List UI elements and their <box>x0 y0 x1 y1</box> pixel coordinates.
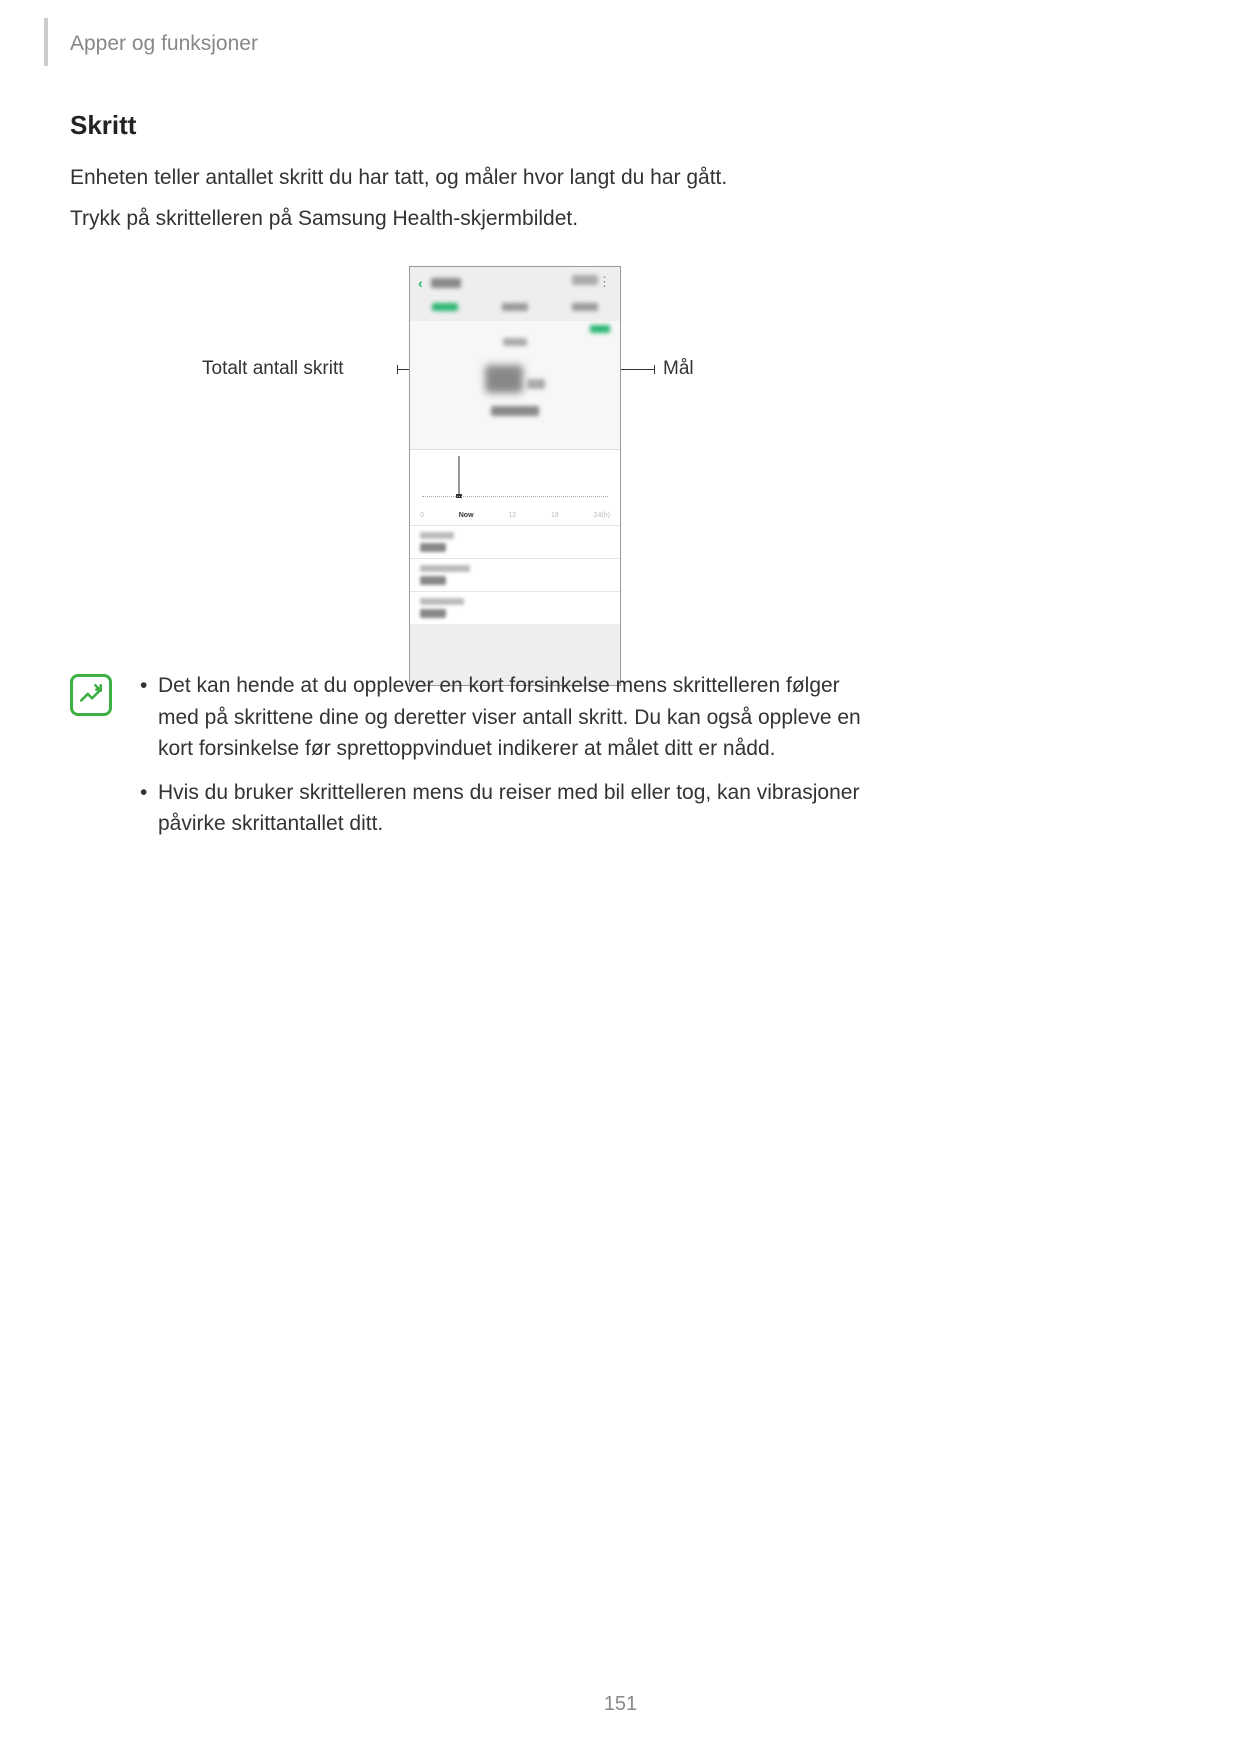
callout-total-steps: Totalt antall skritt <box>202 358 344 380</box>
leader-tick-right <box>654 365 655 374</box>
stat-calories <box>410 558 620 591</box>
stat-calories-label-blur <box>420 565 470 572</box>
chart-labels: 0 Now 12 18 24(h) <box>420 512 610 519</box>
breadcrumb: Apper og funksjoner <box>70 32 258 56</box>
phone-main-panel <box>410 321 620 449</box>
step-sublabel-blur <box>491 406 539 416</box>
body-paragraph-2: Trykk på skrittelleren på Samsung Health… <box>70 202 850 237</box>
today-label-blur <box>503 338 527 346</box>
figure: Totalt antall skritt Mål ‹ ⋮ <box>70 266 850 706</box>
tab-trends-blur <box>502 303 528 311</box>
chart-label-now: Now <box>459 512 474 519</box>
goal-value-blur <box>590 325 610 333</box>
phone-header: ‹ ⋮ <box>410 267 620 299</box>
step-count-blur <box>485 365 523 393</box>
more-icon: ⋮ <box>598 274 612 290</box>
stat-calories-value-blur <box>420 576 446 585</box>
stat-healthy <box>410 591 620 624</box>
note-icon <box>70 674 112 716</box>
chart-label-12: 12 <box>508 512 516 519</box>
tab-rewards-blur <box>572 303 598 311</box>
stat-distance-value-blur <box>420 543 446 552</box>
chart-label-0: 0 <box>420 512 424 519</box>
chart-label-18: 18 <box>551 512 559 519</box>
section-title: Skritt <box>70 110 850 141</box>
pause-label-blur <box>572 275 598 285</box>
back-icon: ‹ <box>418 275 423 291</box>
chart-bar <box>458 456 460 496</box>
note-list: Det kan hende at du opplever en kort for… <box>134 670 870 852</box>
tabs <box>410 299 620 321</box>
body-paragraph-1: Enheten teller antallet skritt du har ta… <box>70 161 850 196</box>
screen-title-blur <box>431 278 461 288</box>
step-unit-blur <box>527 379 545 389</box>
header-divider <box>44 18 48 66</box>
stat-distance <box>410 525 620 558</box>
page-number: 151 <box>0 1693 1241 1716</box>
stat-distance-label-blur <box>420 532 454 539</box>
leader-tick-left <box>397 365 398 374</box>
chart-label-24: 24(h) <box>594 512 610 519</box>
note-item-1: Det kan hende at du opplever en kort for… <box>134 670 870 765</box>
chart-baseline <box>422 496 608 497</box>
callout-goal: Mål <box>663 358 694 380</box>
tab-track-blur <box>432 303 458 311</box>
stat-healthy-value-blur <box>420 609 446 618</box>
note-item-2: Hvis du bruker skrittelleren mens du rei… <box>134 777 870 840</box>
stat-healthy-label-blur <box>420 598 464 605</box>
chart-area: 0 Now 12 18 24(h) <box>410 449 620 525</box>
note-block: Det kan hende at du opplever en kort for… <box>70 670 870 852</box>
phone-screenshot: ‹ ⋮ 0 Now <box>409 266 621 686</box>
